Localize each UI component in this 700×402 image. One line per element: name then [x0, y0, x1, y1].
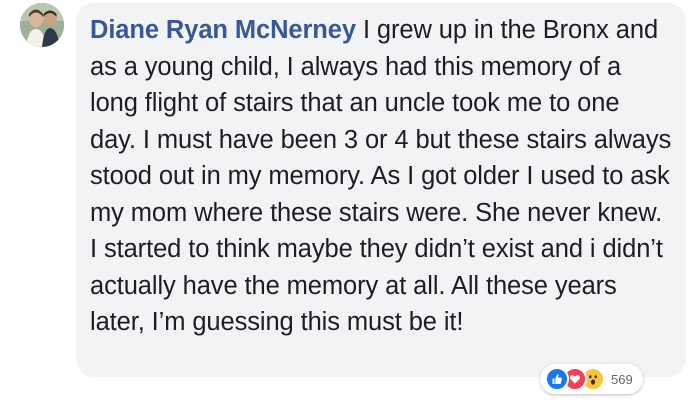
reactions-summary[interactable]: 569 — [540, 364, 643, 394]
like-icon — [545, 367, 569, 391]
comment-bubble: Diane Ryan McNerney I grew up in the Bro… — [76, 3, 686, 377]
reaction-count: 569 — [611, 371, 633, 387]
comment-author-link[interactable]: Diane Ryan McNerney — [90, 16, 356, 44]
comment-text: I grew up in the Bronx and as a young ch… — [90, 16, 672, 336]
comment-body: Diane Ryan McNerney I grew up in the Bro… — [90, 12, 672, 341]
avatar[interactable] — [20, 3, 64, 47]
avatar-photo — [20, 3, 64, 47]
